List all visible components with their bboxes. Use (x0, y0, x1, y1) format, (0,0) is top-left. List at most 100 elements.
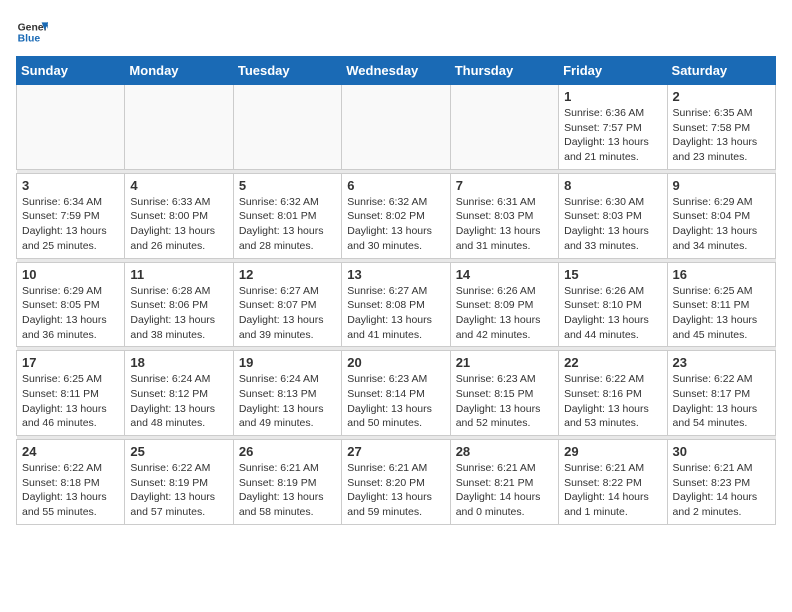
logo-icon: General Blue (16, 16, 48, 48)
day-cell: 19 Sunrise: 6:24 AM Sunset: 8:13 PM Dayli… (233, 351, 341, 436)
day-info: Sunrise: 6:34 AM Sunset: 7:59 PM Dayligh… (22, 195, 119, 254)
svg-text:Blue: Blue (18, 34, 41, 45)
day-info: Sunrise: 6:27 AM Sunset: 8:07 PM Dayligh… (239, 284, 336, 343)
day-info: Sunrise: 6:30 AM Sunset: 8:03 PM Dayligh… (564, 195, 661, 254)
day-cell: 10 Sunrise: 6:29 AM Sunset: 8:05 PM Dayli… (17, 262, 125, 347)
day-cell: 23 Sunrise: 6:22 AM Sunset: 8:17 PM Dayli… (667, 351, 775, 436)
day-cell: 4 Sunrise: 6:33 AM Sunset: 8:00 PM Daylig… (125, 173, 233, 258)
weekday-header-cell: Tuesday (233, 57, 341, 85)
day-cell: 27Sunrise: 6:21 AM Sunset: 8:20 PM Dayli… (342, 440, 450, 525)
day-number: 6 (347, 178, 444, 193)
day-number: 17 (22, 355, 119, 370)
day-number: 15 (564, 267, 661, 282)
day-cell: 9 Sunrise: 6:29 AM Sunset: 8:04 PM Daylig… (667, 173, 775, 258)
day-number: 27 (347, 444, 444, 459)
day-cell: 6 Sunrise: 6:32 AM Sunset: 8:02 PM Daylig… (342, 173, 450, 258)
day-number: 4 (130, 178, 227, 193)
page-header: General Blue (16, 16, 776, 48)
day-cell: 28 Sunrise: 6:21 AM Sunset: 8:21 PM Dayli… (450, 440, 558, 525)
day-cell: 14 Sunrise: 6:26 AM Sunset: 8:09 PM Dayli… (450, 262, 558, 347)
week-row: 10 Sunrise: 6:29 AM Sunset: 8:05 PM Dayli… (17, 262, 776, 347)
day-cell: 7 Sunrise: 6:31 AM Sunset: 8:03 PM Daylig… (450, 173, 558, 258)
day-cell (125, 85, 233, 170)
day-number: 26 (239, 444, 336, 459)
day-info: Sunrise: 6:28 AM Sunset: 8:06 PM Dayligh… (130, 284, 227, 343)
day-cell: 16 Sunrise: 6:25 AM Sunset: 8:11 PM Dayli… (667, 262, 775, 347)
day-number: 11 (130, 267, 227, 282)
day-info: Sunrise: 6:22 AM Sunset: 8:16 PM Dayligh… (564, 372, 661, 431)
day-cell: 12 Sunrise: 6:27 AM Sunset: 8:07 PM Dayli… (233, 262, 341, 347)
day-number: 10 (22, 267, 119, 282)
day-info: Sunrise: 6:27 AM Sunset: 8:08 PM Dayligh… (347, 284, 444, 343)
day-info: Sunrise: 6:21 AM Sunset: 8:22 PM Dayligh… (564, 461, 661, 520)
calendar-table: SundayMondayTuesdayWednesdayThursdayFrid… (16, 56, 776, 525)
day-info: Sunrise: 6:24 AM Sunset: 8:12 PM Dayligh… (130, 372, 227, 431)
day-info: Sunrise: 6:23 AM Sunset: 8:14 PM Dayligh… (347, 372, 444, 431)
day-cell: 2 Sunrise: 6:35 AM Sunset: 7:58 PM Daylig… (667, 85, 775, 170)
day-number: 25 (130, 444, 227, 459)
day-cell: 5 Sunrise: 6:32 AM Sunset: 8:01 PM Daylig… (233, 173, 341, 258)
day-cell: 8 Sunrise: 6:30 AM Sunset: 8:03 PM Daylig… (559, 173, 667, 258)
day-number: 5 (239, 178, 336, 193)
day-number: 3 (22, 178, 119, 193)
day-number: 29 (564, 444, 661, 459)
day-number: 13 (347, 267, 444, 282)
day-number: 12 (239, 267, 336, 282)
day-info: Sunrise: 6:21 AM Sunset: 8:21 PM Dayligh… (456, 461, 553, 520)
day-info: Sunrise: 6:22 AM Sunset: 8:19 PM Dayligh… (130, 461, 227, 520)
day-info: Sunrise: 6:32 AM Sunset: 8:02 PM Dayligh… (347, 195, 444, 254)
day-number: 20 (347, 355, 444, 370)
day-number: 14 (456, 267, 553, 282)
day-cell: 18 Sunrise: 6:24 AM Sunset: 8:12 PM Dayli… (125, 351, 233, 436)
day-cell: 15Sunrise: 6:26 AM Sunset: 8:10 PM Dayli… (559, 262, 667, 347)
day-number: 19 (239, 355, 336, 370)
weekday-header-cell: Thursday (450, 57, 558, 85)
day-info: Sunrise: 6:31 AM Sunset: 8:03 PM Dayligh… (456, 195, 553, 254)
logo: General Blue (16, 16, 52, 48)
day-cell (233, 85, 341, 170)
day-number: 9 (673, 178, 770, 193)
day-cell: 13 Sunrise: 6:27 AM Sunset: 8:08 PM Dayli… (342, 262, 450, 347)
day-info: Sunrise: 6:22 AM Sunset: 8:17 PM Dayligh… (673, 372, 770, 431)
day-info: Sunrise: 6:25 AM Sunset: 8:11 PM Dayligh… (22, 372, 119, 431)
day-cell: 20 Sunrise: 6:23 AM Sunset: 8:14 PM Dayli… (342, 351, 450, 436)
day-number: 8 (564, 178, 661, 193)
day-cell (17, 85, 125, 170)
day-number: 1 (564, 89, 661, 104)
day-cell: 22 Sunrise: 6:22 AM Sunset: 8:16 PM Dayli… (559, 351, 667, 436)
day-info: Sunrise: 6:32 AM Sunset: 8:01 PM Dayligh… (239, 195, 336, 254)
day-number: 30 (673, 444, 770, 459)
day-cell: 30Sunrise: 6:21 AM Sunset: 8:23 PM Dayli… (667, 440, 775, 525)
day-number: 16 (673, 267, 770, 282)
day-info: Sunrise: 6:35 AM Sunset: 7:58 PM Dayligh… (673, 106, 770, 165)
weekday-header-cell: Sunday (17, 57, 125, 85)
day-info: Sunrise: 6:29 AM Sunset: 8:04 PM Dayligh… (673, 195, 770, 254)
day-info: Sunrise: 6:24 AM Sunset: 8:13 PM Dayligh… (239, 372, 336, 431)
day-cell: 17 Sunrise: 6:25 AM Sunset: 8:11 PM Dayli… (17, 351, 125, 436)
day-cell: 29 Sunrise: 6:21 AM Sunset: 8:22 PM Dayli… (559, 440, 667, 525)
day-number: 22 (564, 355, 661, 370)
day-info: Sunrise: 6:29 AM Sunset: 8:05 PM Dayligh… (22, 284, 119, 343)
day-info: Sunrise: 6:36 AM Sunset: 7:57 PM Dayligh… (564, 106, 661, 165)
day-cell: 26 Sunrise: 6:21 AM Sunset: 8:19 PM Dayli… (233, 440, 341, 525)
day-info: Sunrise: 6:25 AM Sunset: 8:11 PM Dayligh… (673, 284, 770, 343)
week-row: 24Sunrise: 6:22 AM Sunset: 8:18 PM Dayli… (17, 440, 776, 525)
day-info: Sunrise: 6:26 AM Sunset: 8:09 PM Dayligh… (456, 284, 553, 343)
day-number: 7 (456, 178, 553, 193)
day-number: 23 (673, 355, 770, 370)
day-number: 28 (456, 444, 553, 459)
day-info: Sunrise: 6:33 AM Sunset: 8:00 PM Dayligh… (130, 195, 227, 254)
week-row: 1 Sunrise: 6:36 AM Sunset: 7:57 PM Daylig… (17, 85, 776, 170)
day-number: 24 (22, 444, 119, 459)
day-cell: 11 Sunrise: 6:28 AM Sunset: 8:06 PM Dayli… (125, 262, 233, 347)
weekday-header-cell: Friday (559, 57, 667, 85)
day-info: Sunrise: 6:21 AM Sunset: 8:19 PM Dayligh… (239, 461, 336, 520)
calendar-body: 1 Sunrise: 6:36 AM Sunset: 7:57 PM Daylig… (17, 85, 776, 525)
day-cell (450, 85, 558, 170)
week-row: 3 Sunrise: 6:34 AM Sunset: 7:59 PM Daylig… (17, 173, 776, 258)
day-number: 18 (130, 355, 227, 370)
day-cell: 3 Sunrise: 6:34 AM Sunset: 7:59 PM Daylig… (17, 173, 125, 258)
weekday-header-cell: Saturday (667, 57, 775, 85)
day-number: 2 (673, 89, 770, 104)
weekday-header-cell: Wednesday (342, 57, 450, 85)
